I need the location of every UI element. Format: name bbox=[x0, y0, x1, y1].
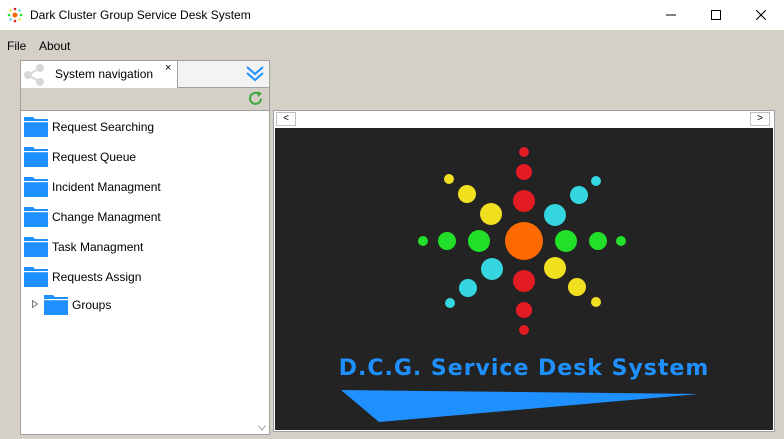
tree-item-label: Incident Managment bbox=[52, 180, 161, 194]
folder-icon bbox=[24, 117, 48, 137]
scroll-right-button[interactable]: > bbox=[750, 112, 770, 126]
tree-item-change-managment[interactable]: Change Managment bbox=[24, 203, 244, 229]
window-title: Dark Cluster Group Service Desk System bbox=[30, 8, 251, 22]
app-logo-icon bbox=[7, 7, 23, 23]
tree-item-requests-assign[interactable]: Requests Assign bbox=[24, 263, 244, 289]
tab-close-button[interactable]: × bbox=[165, 62, 171, 74]
maximize-icon bbox=[710, 10, 721, 20]
navigation-toolbar bbox=[20, 88, 270, 110]
chevron-down-icon[interactable] bbox=[258, 425, 266, 431]
navigation-panel: System navigation × Request Searching Re… bbox=[20, 60, 270, 435]
tab-label: System navigation bbox=[55, 67, 154, 81]
menu-about[interactable]: About bbox=[39, 39, 70, 53]
tree-item-groups[interactable]: Groups bbox=[24, 291, 244, 317]
logo-blade-shape bbox=[341, 390, 699, 422]
navigation-header: System navigation × bbox=[20, 60, 270, 88]
title-bar: Dark Cluster Group Service Desk System bbox=[0, 0, 784, 30]
vertical-scrollbar[interactable] bbox=[255, 111, 269, 434]
minimize-button[interactable] bbox=[648, 0, 693, 30]
share-icon bbox=[24, 64, 44, 86]
content-panel: < > D.C.G. Service Desk System bbox=[273, 110, 775, 432]
tree-item-request-searching[interactable]: Request Searching bbox=[24, 113, 244, 139]
scroll-left-button[interactable]: < bbox=[276, 112, 296, 126]
tree-item-label: Requests Assign bbox=[52, 270, 142, 284]
splash-image: D.C.G. Service Desk System bbox=[275, 128, 773, 430]
horizontal-scrollbar[interactable]: < > bbox=[274, 111, 774, 127]
folder-icon bbox=[24, 177, 48, 197]
tree-item-label: Request Queue bbox=[52, 150, 137, 164]
maximize-button[interactable] bbox=[693, 0, 738, 30]
dcg-logo-graphic bbox=[341, 147, 699, 422]
refresh-icon[interactable] bbox=[247, 90, 264, 107]
tree-item-label: Task Managment bbox=[52, 240, 144, 254]
folder-icon bbox=[24, 207, 48, 227]
tree-item-incident-managment[interactable]: Incident Managment bbox=[24, 173, 244, 199]
navigation-tree: Request Searching Request Queue Incident… bbox=[20, 110, 270, 435]
close-button[interactable] bbox=[738, 0, 783, 30]
tree-item-label: Groups bbox=[72, 298, 112, 312]
folder-icon bbox=[24, 147, 48, 167]
folder-icon bbox=[44, 295, 68, 315]
tab-system-navigation[interactable]: System navigation × bbox=[21, 61, 178, 88]
folder-icon bbox=[24, 267, 48, 287]
folder-icon bbox=[24, 237, 48, 257]
expand-arrow-icon[interactable] bbox=[32, 300, 38, 308]
menu-file[interactable]: File bbox=[7, 39, 26, 53]
tree-item-request-queue[interactable]: Request Queue bbox=[24, 143, 244, 169]
minimize-icon bbox=[665, 14, 676, 16]
menu-bar: File About bbox=[0, 30, 784, 58]
tree-item-label: Request Searching bbox=[52, 120, 155, 134]
splash-title: D.C.G. Service Desk System bbox=[338, 356, 710, 381]
close-icon bbox=[755, 10, 766, 20]
tree-item-label: Change Managment bbox=[52, 210, 161, 224]
tree-item-task-managment[interactable]: Task Managment bbox=[24, 233, 244, 259]
double-chevron-down-icon[interactable] bbox=[245, 65, 265, 83]
